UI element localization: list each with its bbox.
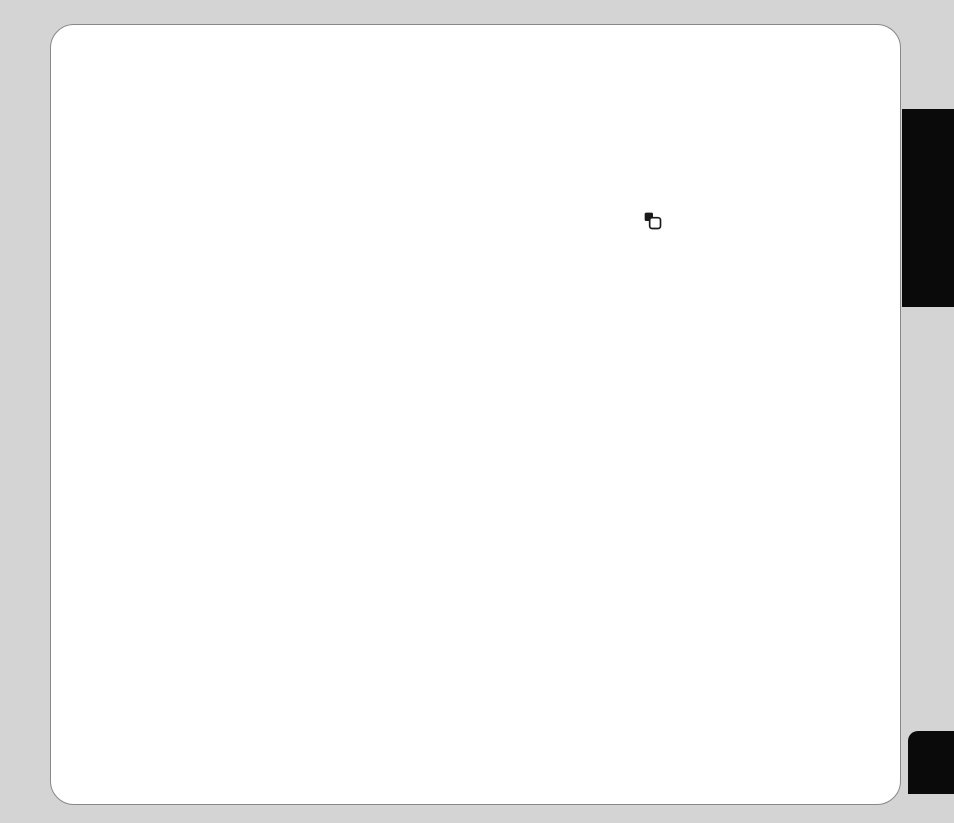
copy-icon[interactable] — [643, 211, 663, 231]
side-panel-top — [902, 109, 954, 307]
side-panel-bottom — [908, 731, 954, 794]
main-card — [50, 24, 901, 805]
